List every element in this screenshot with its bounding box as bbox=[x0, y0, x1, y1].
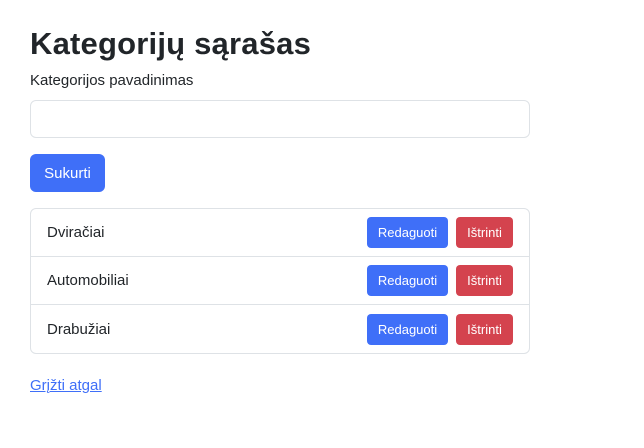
page-title: Kategorijų sąrašas bbox=[30, 26, 312, 61]
category-name: Dviračiai bbox=[47, 224, 105, 241]
list-item: Drabužiai Redaguoti Ištrinti bbox=[31, 305, 529, 353]
list-item: Automobiliai Redaguoti Ištrinti bbox=[31, 257, 529, 305]
delete-button[interactable]: Ištrinti bbox=[456, 217, 513, 248]
create-button[interactable]: Sukurti bbox=[30, 154, 105, 192]
delete-button[interactable]: Ištrinti bbox=[456, 265, 513, 296]
category-name: Drabužiai bbox=[47, 320, 111, 338]
list-item: Dviračiai Redaguoti Ištrinti bbox=[31, 209, 529, 257]
category-list: Dviračiai Redaguoti Ištrinti Automobilia… bbox=[30, 208, 530, 354]
edit-button[interactable]: Redaguoti bbox=[367, 265, 448, 296]
back-link[interactable]: Grįžti atgal bbox=[30, 377, 102, 394]
edit-button[interactable]: Redaguoti bbox=[367, 313, 448, 345]
category-name-label: Kategorijos pavadinimas bbox=[30, 72, 194, 89]
edit-button[interactable]: Redaguoti bbox=[367, 217, 448, 248]
category-name-input[interactable] bbox=[30, 100, 530, 138]
category-name: Automobiliai bbox=[47, 272, 129, 289]
delete-button[interactable]: Ištrinti bbox=[456, 313, 513, 345]
